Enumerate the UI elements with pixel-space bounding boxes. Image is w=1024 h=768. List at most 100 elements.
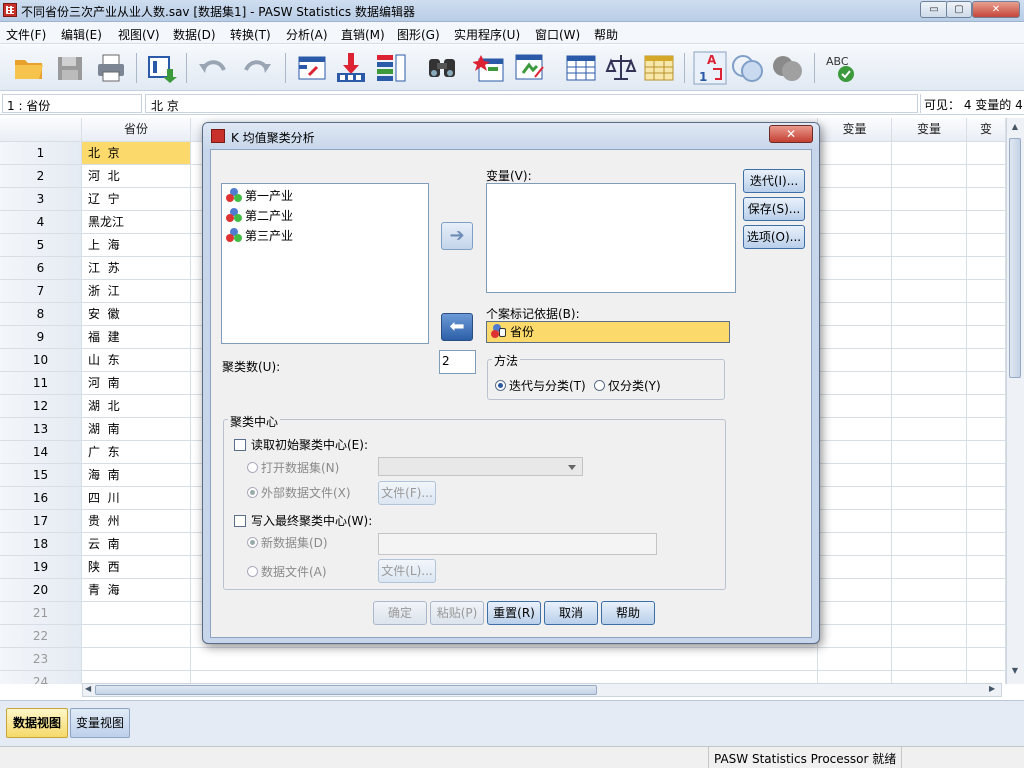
empty-cell[interactable] (892, 280, 967, 303)
case-label-field[interactable]: 省份 (486, 321, 730, 343)
empty-cell[interactable] (892, 372, 967, 395)
column-header-var[interactable]: 变 (967, 118, 1006, 142)
province-cell[interactable]: 青 海 (82, 579, 191, 602)
empty-cell[interactable] (967, 326, 1006, 349)
empty-cell[interactable] (818, 188, 892, 211)
empty-cell[interactable] (967, 188, 1006, 211)
empty-cell[interactable] (818, 165, 892, 188)
empty-cell[interactable] (892, 579, 967, 602)
empty-cell[interactable] (967, 602, 1006, 625)
goto-variable-icon[interactable] (334, 51, 368, 85)
source-variable-item[interactable]: 第三产业 (226, 227, 293, 245)
empty-cell[interactable] (892, 602, 967, 625)
restore-button[interactable]: ▢ (946, 1, 972, 18)
province-cell[interactable]: 安 徽 (82, 303, 191, 326)
empty-cell[interactable] (892, 625, 967, 648)
empty-cell[interactable] (892, 303, 967, 326)
file-button-write[interactable]: 文件(L)... (378, 559, 436, 583)
province-cell[interactable]: 浙 江 (82, 280, 191, 303)
show-all-variables-icon[interactable] (771, 51, 805, 85)
empty-cell[interactable] (892, 142, 967, 165)
province-cell[interactable]: 陕 西 (82, 556, 191, 579)
num-clusters-input[interactable]: 2 (439, 350, 476, 374)
empty-cell[interactable] (818, 234, 892, 257)
empty-cell[interactable] (967, 625, 1006, 648)
menu-analyze[interactable]: 分析(A) (286, 26, 328, 43)
redo-icon[interactable] (240, 51, 274, 85)
menu-data[interactable]: 数据(D) (173, 26, 216, 43)
province-cell[interactable] (82, 625, 191, 648)
radio-open-dataset[interactable]: 打开数据集(N) (247, 459, 339, 476)
province-cell[interactable]: 广 东 (82, 441, 191, 464)
insert-cases-icon[interactable] (473, 51, 507, 85)
open-folder-icon[interactable] (12, 51, 46, 85)
value-labels-icon[interactable]: A1 (693, 51, 727, 85)
province-cell[interactable]: 河 北 (82, 165, 191, 188)
row-header[interactable]: 13 (0, 418, 82, 441)
empty-cell[interactable] (967, 418, 1006, 441)
row-header[interactable]: 4 (0, 211, 82, 234)
empty-cell[interactable] (818, 257, 892, 280)
row-header[interactable]: 6 (0, 257, 82, 280)
province-cell[interactable]: 湖 南 (82, 418, 191, 441)
province-cell[interactable]: 上 海 (82, 234, 191, 257)
empty-cell[interactable] (892, 464, 967, 487)
open-dataset-dropdown[interactable] (378, 457, 583, 476)
row-header[interactable]: 20 (0, 579, 82, 602)
empty-cell[interactable] (967, 556, 1006, 579)
empty-cell[interactable] (191, 648, 818, 671)
empty-cell[interactable] (818, 556, 892, 579)
scroll-up-arrow-icon[interactable]: ▲ (1009, 122, 1021, 136)
variables-icon[interactable] (374, 51, 408, 85)
iterate-button[interactable]: 迭代(I)... (743, 169, 805, 193)
tab-variable-view[interactable]: 变量视图 (70, 708, 130, 738)
row-header[interactable]: 19 (0, 556, 82, 579)
cell-value-editor[interactable]: 北 京 (145, 94, 918, 113)
empty-cell[interactable] (967, 234, 1006, 257)
help-button[interactable]: 帮助 (601, 601, 655, 625)
province-cell[interactable]: 福 建 (82, 326, 191, 349)
province-cell[interactable]: 四 川 (82, 487, 191, 510)
empty-cell[interactable] (967, 464, 1006, 487)
move-case-label-button[interactable]: ⬅ (441, 313, 473, 341)
ok-button[interactable]: 确定 (373, 601, 427, 625)
empty-cell[interactable] (967, 510, 1006, 533)
province-cell[interactable]: 北 京 (82, 142, 191, 165)
menu-window[interactable]: 窗口(W) (535, 26, 580, 43)
source-variable-item[interactable]: 第二产业 (226, 207, 293, 225)
row-header[interactable]: 3 (0, 188, 82, 211)
row-header[interactable]: 21 (0, 602, 82, 625)
write-final-centers-checkbox[interactable]: 写入最终聚类中心(W): (234, 512, 372, 529)
empty-cell[interactable] (967, 395, 1006, 418)
empty-cell[interactable] (967, 349, 1006, 372)
province-cell[interactable]: 湖 北 (82, 395, 191, 418)
empty-cell[interactable] (818, 648, 892, 671)
row-header[interactable]: 24 (0, 671, 82, 684)
dialog-recall-icon[interactable] (145, 51, 179, 85)
empty-cell[interactable] (892, 211, 967, 234)
row-header[interactable]: 10 (0, 349, 82, 372)
empty-cell[interactable] (818, 441, 892, 464)
scroll-left-arrow-icon[interactable]: ◀ (85, 684, 91, 693)
variables-target-list[interactable] (486, 183, 736, 293)
empty-cell[interactable] (818, 211, 892, 234)
empty-cell[interactable] (818, 280, 892, 303)
radio-external-file[interactable]: 外部数据文件(X) (247, 484, 351, 501)
column-header-var[interactable]: 变量 (892, 118, 967, 142)
minimize-button[interactable]: ▭ (920, 1, 948, 18)
province-cell[interactable]: 山 东 (82, 349, 191, 372)
empty-cell[interactable] (892, 234, 967, 257)
row-header[interactable]: 17 (0, 510, 82, 533)
empty-cell[interactable] (818, 349, 892, 372)
file-button-read[interactable]: 文件(F)... (378, 481, 436, 505)
empty-cell[interactable] (818, 395, 892, 418)
empty-cell[interactable] (892, 487, 967, 510)
radio-new-dataset[interactable]: 新数据集(D) (247, 534, 328, 551)
empty-cell[interactable] (818, 303, 892, 326)
empty-cell[interactable] (818, 372, 892, 395)
insert-variable-icon[interactable] (513, 51, 547, 85)
province-cell[interactable] (82, 648, 191, 671)
province-cell[interactable]: 江 苏 (82, 257, 191, 280)
empty-cell[interactable] (892, 556, 967, 579)
menu-view[interactable]: 视图(V) (118, 26, 160, 43)
